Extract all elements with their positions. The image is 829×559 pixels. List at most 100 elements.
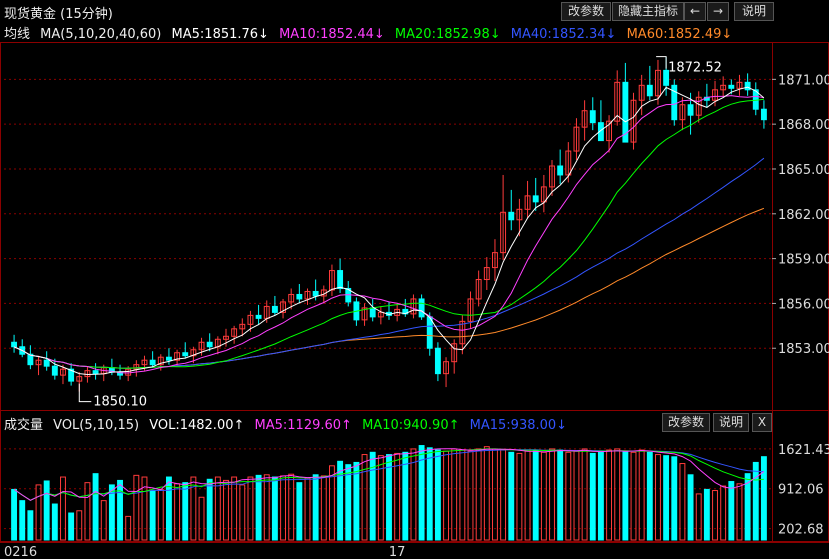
volume-bar[interactable] (133, 474, 140, 541)
candle-body[interactable] (687, 104, 694, 116)
candle-body[interactable] (92, 370, 99, 375)
volume-bar[interactable] (157, 488, 164, 541)
candle-body[interactable] (271, 305, 278, 313)
volume-bar[interactable] (752, 461, 759, 541)
volume-bar[interactable] (247, 476, 254, 541)
volume-bar[interactable] (320, 475, 327, 541)
candle-body[interactable] (165, 356, 172, 361)
volume-bar[interactable] (451, 448, 458, 541)
volume-bar[interactable] (68, 512, 75, 541)
vol-params-button[interactable]: 改参数 (662, 413, 710, 432)
volume-bar[interactable] (255, 474, 262, 541)
volume-bar[interactable] (345, 464, 352, 541)
volume-bar[interactable] (540, 451, 547, 541)
volume-bar[interactable] (100, 500, 107, 541)
volume-bar[interactable] (606, 449, 613, 541)
volume-bar[interactable] (402, 451, 409, 541)
vol-help-button[interactable]: 说明 (713, 413, 749, 432)
volume-bar[interactable] (263, 474, 270, 541)
candle-body[interactable] (557, 165, 564, 176)
volume-bar[interactable] (60, 476, 66, 541)
volume-bar[interactable] (92, 473, 99, 541)
candle-body[interactable] (744, 81, 751, 91)
volume-bar[interactable] (760, 456, 767, 541)
volume-bar[interactable] (426, 447, 433, 541)
volume-bar[interactable] (695, 493, 702, 541)
volume-bar[interactable] (565, 451, 572, 541)
volume-bar[interactable] (312, 474, 319, 541)
volume-bar[interactable] (35, 484, 42, 541)
volume-bar[interactable] (597, 451, 604, 541)
volume-bar[interactable] (43, 480, 50, 541)
volume-bar[interactable] (11, 488, 18, 541)
candle-body[interactable] (426, 316, 433, 349)
volume-bar[interactable] (369, 451, 376, 541)
price-chart[interactable]: 1871.00 1868.00 1865.00 1862.00 1859.00 1856.… (0, 0, 829, 559)
volume-bar[interactable] (361, 454, 368, 541)
candle-body[interactable] (728, 84, 735, 89)
vol-close-button[interactable]: X (752, 413, 772, 432)
volume-bar[interactable] (231, 476, 238, 541)
volume-bar[interactable] (573, 450, 580, 541)
volume-bar[interactable] (288, 473, 295, 541)
volume-bar[interactable] (174, 483, 181, 541)
volume-bar[interactable] (655, 454, 661, 541)
candle-body[interactable] (532, 195, 539, 203)
volume-bar[interactable] (663, 455, 670, 541)
candle-body[interactable] (434, 347, 441, 375)
volume-bar[interactable] (280, 475, 286, 541)
volume-bar[interactable] (703, 488, 710, 541)
volume-bar[interactable] (84, 482, 91, 541)
volume-bar[interactable] (712, 490, 718, 541)
candle-body[interactable] (11, 341, 18, 348)
volume-bar[interactable] (524, 450, 531, 541)
volume-bar[interactable] (239, 484, 246, 541)
volume-bar[interactable] (149, 490, 156, 541)
volume-bar[interactable] (182, 482, 189, 541)
volume-bar[interactable] (736, 483, 743, 541)
volume-bar[interactable] (622, 450, 629, 541)
volume-bar[interactable] (614, 448, 621, 541)
volume-bar[interactable] (687, 474, 694, 541)
candle-body[interactable] (149, 359, 156, 366)
volume-bar[interactable] (630, 451, 637, 541)
volume-bar[interactable] (728, 481, 735, 541)
volume-bar[interactable] (508, 451, 515, 541)
volume-bar[interactable] (467, 450, 474, 541)
volume-bar[interactable] (117, 479, 123, 541)
candle-body[interactable] (369, 307, 376, 318)
volume-bar[interactable] (549, 448, 555, 541)
volume-bar[interactable] (223, 479, 229, 541)
candle-body[interactable] (418, 298, 425, 318)
candle-body[interactable] (255, 314, 262, 319)
volume-bar[interactable] (296, 482, 303, 541)
volume-bar[interactable] (271, 476, 278, 541)
candle-body[interactable] (337, 270, 344, 289)
volume-bar[interactable] (516, 452, 523, 541)
volume-bar[interactable] (671, 456, 678, 541)
volume-bar[interactable] (581, 448, 588, 541)
candle-body[interactable] (296, 293, 303, 300)
volume-bar[interactable] (459, 449, 466, 541)
volume-bar[interactable] (532, 449, 539, 541)
volume-bar[interactable] (475, 448, 482, 541)
volume-bar[interactable] (492, 448, 498, 541)
volume-bar[interactable] (337, 460, 344, 541)
volume-bar[interactable] (720, 485, 727, 541)
volume-bar[interactable] (589, 452, 596, 541)
volume-bar[interactable] (646, 451, 653, 541)
volume-bar[interactable] (51, 503, 58, 541)
volume-bar[interactable] (500, 449, 507, 541)
volume-bar[interactable] (443, 450, 449, 541)
candle-body[interactable] (760, 108, 767, 121)
volume-bar[interactable] (638, 449, 645, 541)
candle-body[interactable] (51, 365, 58, 376)
candle-body[interactable] (206, 341, 213, 348)
candle-body[interactable] (182, 352, 189, 357)
candle-body[interactable] (312, 290, 319, 297)
volume-bar[interactable] (434, 449, 441, 541)
volume-bar[interactable] (27, 510, 34, 541)
volume-bar[interactable] (304, 477, 311, 541)
volume-bar[interactable] (19, 500, 26, 541)
candle-body[interactable] (43, 359, 50, 367)
